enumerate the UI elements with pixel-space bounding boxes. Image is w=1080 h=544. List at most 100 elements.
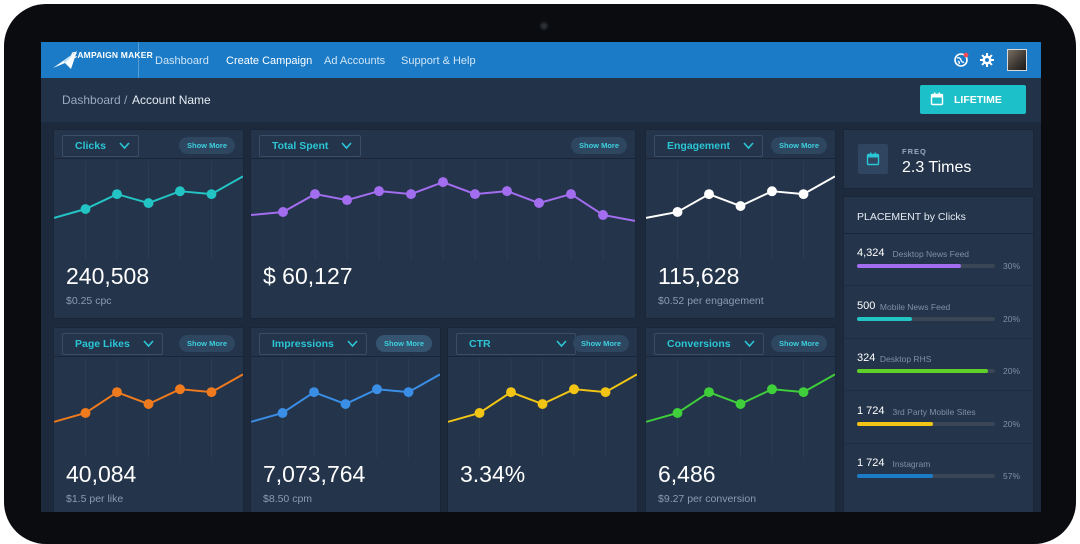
metric-subtext: $1.5 per like [66,493,124,505]
placement-bar-fill [857,369,989,373]
calendar-icon [930,92,944,106]
divider [844,285,1035,286]
metric-value: 40,084 [66,461,137,487]
trend-point [206,189,217,200]
trend-point [340,399,351,409]
top-nav: CAMPAIGN MAKER Dashboard Create Campaign… [41,42,1041,78]
divider [844,337,1035,339]
trend-chart [448,358,637,458]
show-more-button[interactable]: Show More [178,335,235,352]
metric-subtext: $8.50 cpm [263,493,313,505]
metric-dropdown-total-spent[interactable]: Total Spent [259,135,362,157]
placement-card: PLACEMENT by Clicks 4,324 Desktop News Fe… [843,196,1035,512]
breadcrumb: Dashboard / Account Name LIFETIME [41,78,1041,122]
placement-percent: 30% [1003,261,1021,271]
metric-dropdown-conversions[interactable]: Conversions [654,333,764,355]
trend-point [506,387,516,398]
metric-value: $ 60,127 [263,263,353,289]
breadcrumb-home[interactable]: Dashboard / [62,93,127,107]
trend-point [735,201,746,211]
placement-row: 324 Desktop RHS 20% [857,352,1023,392]
avatar[interactable] [1007,49,1027,71]
nav-support-help[interactable]: Support & Help [401,55,476,67]
dropdown-label: Impressions [272,338,334,350]
trend-point [767,186,777,197]
trend-point [206,387,217,398]
calendar-icon-tile [858,144,888,174]
trend-point [374,186,384,197]
metric-dropdown-page-likes[interactable]: Page Likes [62,333,163,355]
nav-dashboard[interactable]: Dashboard [155,55,209,67]
dropdown-label: Clicks [75,140,106,152]
trend-point [112,387,122,398]
chevron-down-icon [119,142,130,150]
freq-label: FREQ [902,147,927,156]
metric-dropdown-clicks[interactable]: Clicks [62,135,139,157]
show-more-button[interactable]: Show More [375,335,432,352]
freq-value: 2.3 Times [902,159,972,176]
trend-chart [54,358,243,458]
card-ctr: CTR Show More 3.34% [447,327,638,512]
card-header: Total Spent Show More [251,130,635,159]
dropdown-label: Conversions [667,338,731,350]
globe-icon[interactable] [953,52,969,68]
metric-value: 240,508 [66,263,150,289]
metric-value: 7,073,764 [263,461,366,487]
trend-point [175,186,185,197]
trend-point [175,384,185,395]
nav-create-campaign[interactable]: Create Campaign [226,55,312,67]
card-header: Page Likes Show More [54,328,243,357]
chevron-down-icon [341,142,352,150]
trend-point [600,387,611,398]
show-more-button[interactable]: Show More [770,335,827,352]
date-range-button[interactable]: LIFETIME [920,85,1026,114]
trend-point [143,198,154,209]
trend-point [798,189,809,200]
card-conversions: Conversions Show More 6,486 $9.27 per co… [645,327,836,512]
trend-chart [54,160,243,260]
card-header: Engagement Show More [646,130,835,159]
show-more-button[interactable]: Show More [178,137,235,154]
placement-bar-fill [857,474,933,478]
divider [138,42,139,78]
freq-card: FREQ 2.3 Times [843,129,1034,189]
chevron-down-icon [555,340,567,348]
trend-point [406,189,416,200]
gear-icon[interactable] [979,52,995,68]
trend-point [735,399,746,409]
logo-text: CAMPAIGN MAKER [71,50,153,60]
placement-count: 4,324 [857,247,885,259]
placement-bar-track [857,369,995,373]
trend-point [438,177,448,188]
placement-percent: 20% [1003,366,1021,376]
trend-point [112,189,122,200]
trend-point [798,387,809,398]
placement-percent: 20% [1003,418,1021,429]
trend-point [470,189,480,200]
card-page-likes: Page Likes Show More 40,084 $1.5 per lik… [53,327,244,512]
show-more-button[interactable]: Show More [770,137,827,154]
metric-value: 6,486 [658,461,716,487]
show-more-button[interactable]: Show More [570,137,627,154]
metric-dropdown-ctr[interactable]: CTR [456,333,576,355]
trend-chart [646,358,835,458]
chevron-down-icon [347,340,358,348]
trend-point [143,399,154,409]
nav-ad-accounts[interactable]: Ad Accounts [324,55,385,67]
card-header: Impressions Show More [251,328,440,357]
trend-point [309,387,319,398]
card-engagement: Engagement Show More 115,628 $0.52 per e… [645,129,836,319]
metric-dropdown-engagement[interactable]: Engagement [654,135,764,157]
trend-point [278,207,288,217]
metric-subtext: $9.27 per conversion [658,493,757,505]
placement-bar-fill [857,421,933,426]
card-header: CTR Show More [448,328,637,357]
trend-chart [251,160,635,260]
trend-point [342,195,352,206]
card-clicks: Clicks Show More 240,508 $0.25 cpc [53,129,244,319]
metric-dropdown-impressions[interactable]: Impressions [259,333,367,355]
placement-row: 1 724 3rd Party Mobile Sites 20% [857,405,1023,445]
placement-bar-fill [857,264,961,268]
show-more-button[interactable]: Show More [572,335,629,352]
trend-point [566,189,576,200]
